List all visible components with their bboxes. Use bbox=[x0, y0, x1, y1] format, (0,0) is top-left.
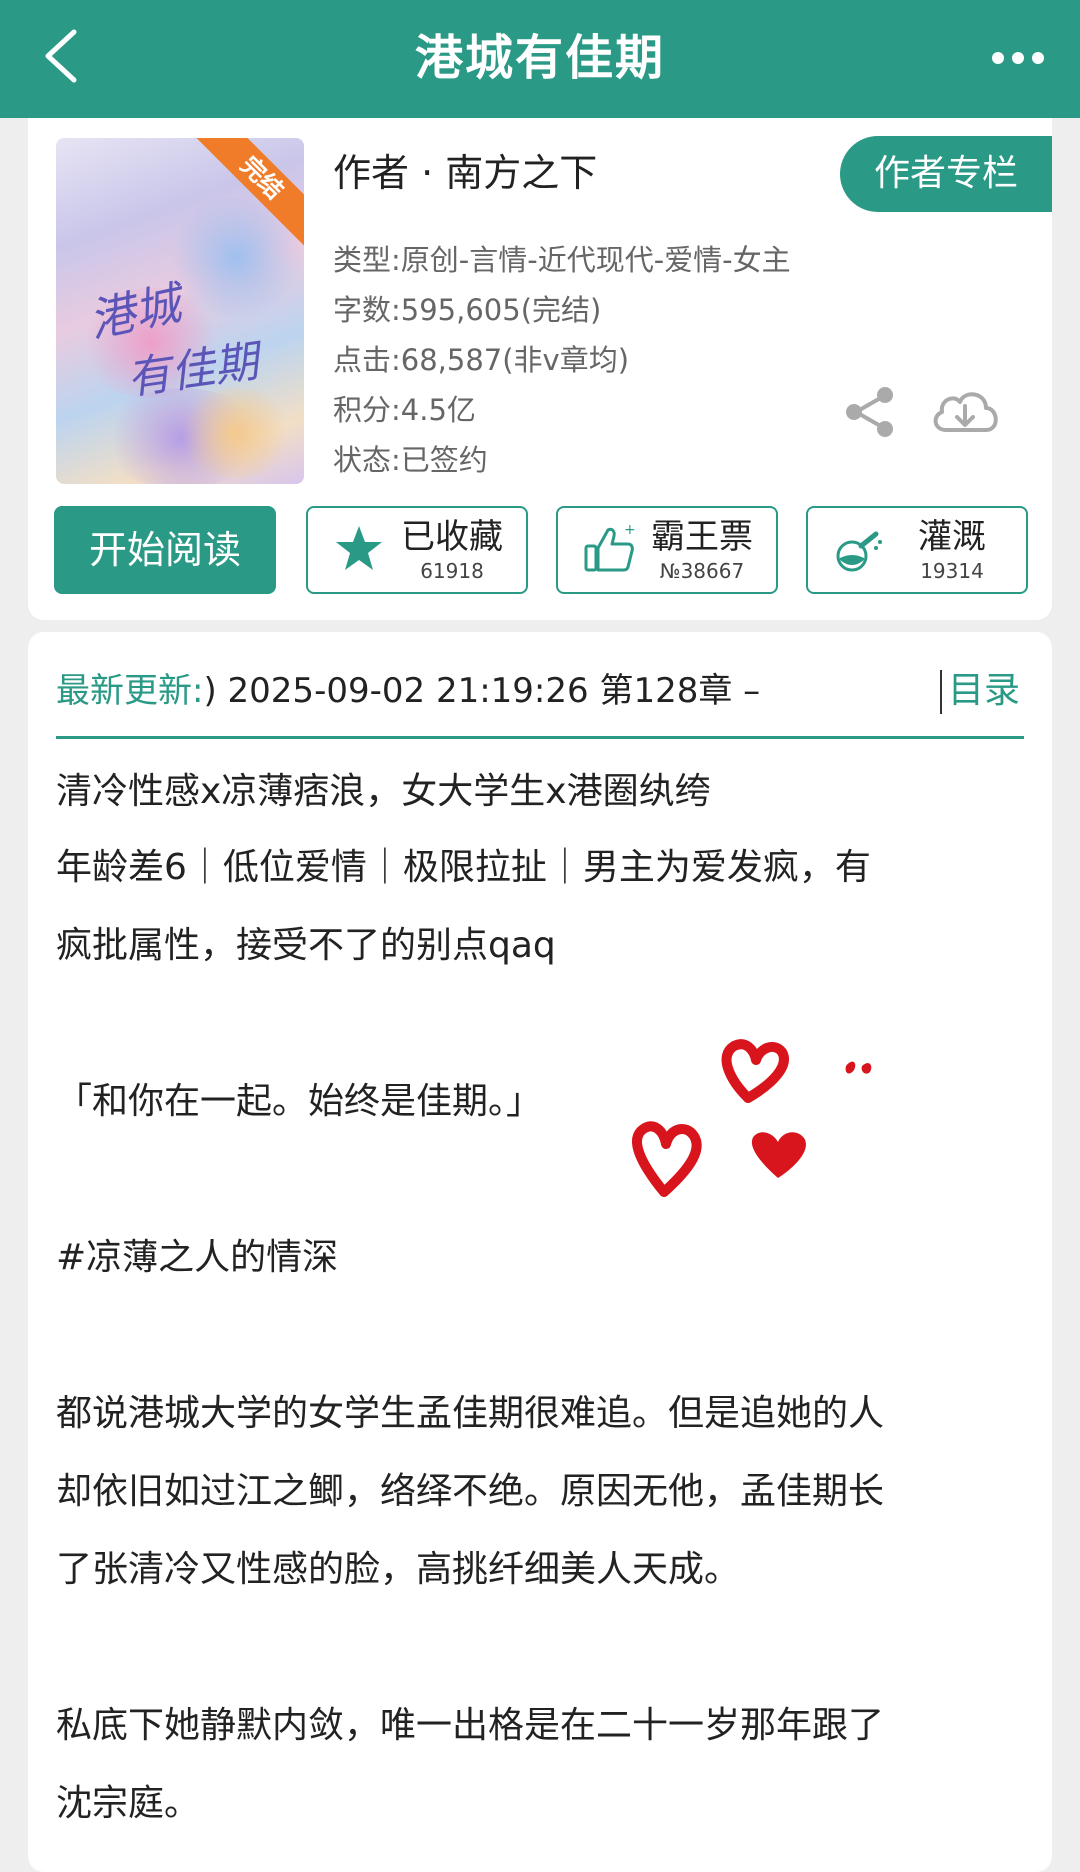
ticket-button[interactable]: + 霸王票 №38667 bbox=[556, 506, 778, 594]
page-title: 港城有佳期 bbox=[414, 30, 665, 86]
ticket-count: №38667 bbox=[659, 559, 745, 583]
table-of-contents-link[interactable]: 目录 bbox=[948, 660, 1020, 722]
favorite-button[interactable]: 已收藏 61918 bbox=[306, 506, 528, 594]
watering-flask-icon bbox=[836, 531, 882, 572]
star-icon bbox=[336, 526, 382, 570]
top-bar: 港城有佳期 bbox=[0, 0, 1080, 118]
divider bbox=[56, 736, 1024, 739]
description-line: #凉薄之人的情深 bbox=[56, 1237, 339, 1278]
sign-status: 状态:已签约 bbox=[333, 443, 488, 477]
separator bbox=[940, 670, 942, 714]
description-line: 清冷性感x凉薄痞浪，女大学生x港圈纨绔 bbox=[56, 771, 711, 812]
description-line: 却依旧如过江之鲫，络绎不绝。原因无他，孟佳期长 bbox=[56, 1471, 885, 1512]
cloud-download-icon[interactable] bbox=[928, 384, 1002, 440]
description-line: 「和你在一起。始终是佳期。」 bbox=[56, 1081, 543, 1122]
description-line: 沈宗庭。 bbox=[56, 1783, 201, 1824]
favorite-count: 61918 bbox=[420, 559, 484, 583]
latest-update-value: ) 2025-09-02 21:19:26 第128章 – bbox=[203, 671, 761, 711]
water-count: 19314 bbox=[920, 559, 984, 583]
book-info-card: 港城 有佳期 完结 作者 · 南方之下 作者专栏 类型:原创-言情-近代现代-爱… bbox=[28, 118, 1052, 620]
description-line: 疯批属性，接受不了的别点qaq bbox=[56, 925, 556, 966]
latest-update-row[interactable]: 最新更新:) 2025-09-02 21:19:26 第128章 – 目录 bbox=[56, 660, 1024, 722]
click-count: 点击:68,587(非v章均) bbox=[333, 343, 630, 377]
water-button[interactable]: 灌溉 19314 bbox=[806, 506, 1028, 594]
author-name[interactable]: 作者 · 南方之下 bbox=[333, 148, 597, 198]
score: 积分:4.5亿 bbox=[333, 393, 476, 427]
author-column-button[interactable]: 作者专栏 bbox=[840, 136, 1052, 212]
start-reading-button[interactable]: 开始阅读 bbox=[54, 506, 276, 594]
favorite-label: 已收藏 bbox=[401, 517, 503, 557]
description-line: 了张清冷又性感的脸，高挑纤细美人天成。 bbox=[56, 1549, 741, 1590]
hearts-doodle-icon bbox=[632, 1039, 872, 1197]
more-dots-icon[interactable] bbox=[990, 40, 1046, 76]
latest-update-label: 最新更新: bbox=[56, 671, 204, 711]
book-type: 类型:原创-言情-近代现代-爱情-女主 bbox=[333, 243, 791, 277]
description-line: 私底下她静默内敛，唯一出格是在二十一岁那年跟了 bbox=[56, 1705, 885, 1746]
description-line: 都说港城大学的女学生孟佳期很难追。但是追她的人 bbox=[56, 1393, 885, 1434]
thumbs-up-icon: + bbox=[584, 522, 636, 572]
share-icon[interactable] bbox=[842, 384, 898, 440]
ticket-label: 霸王票 bbox=[651, 517, 753, 557]
description-card: 最新更新:) 2025-09-02 21:19:26 第128章 – 目录 清冷… bbox=[28, 632, 1052, 1872]
word-count: 字数:595,605(完结) bbox=[333, 293, 602, 327]
water-label: 灌溉 bbox=[918, 517, 986, 557]
book-cover[interactable]: 港城 有佳期 完结 bbox=[56, 138, 304, 484]
svg-text:+: + bbox=[624, 522, 636, 538]
description-line: 年龄差6｜低位爱情｜极限拉扯｜男主为爱发疯，有 bbox=[56, 847, 871, 888]
